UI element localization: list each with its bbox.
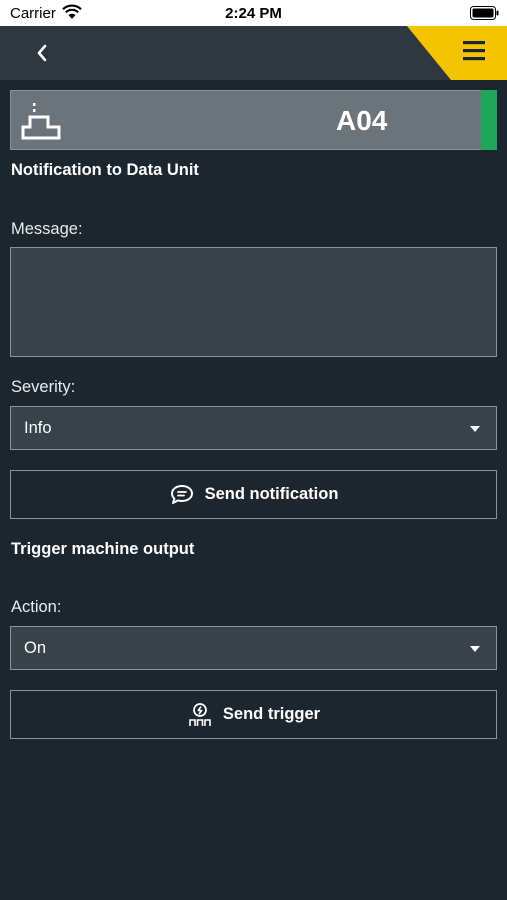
status-bar: Carrier 2:24 PM [0, 0, 507, 26]
chat-bubble-icon [170, 484, 193, 504]
hamburger-menu-icon [463, 41, 485, 61]
menu-button[interactable] [407, 26, 507, 80]
send-notification-button[interactable]: Send notification [10, 470, 497, 519]
severity-label: Severity: [11, 378, 76, 396]
send-trigger-label: Send trigger [222, 705, 321, 723]
dropdown-arrow-icon [470, 426, 480, 432]
trigger-icon [189, 702, 211, 726]
send-notification-label: Send notification [204, 485, 339, 503]
action-select[interactable]: On [10, 626, 497, 670]
chevron-left-icon [37, 44, 47, 62]
message-label: Message: [11, 220, 83, 238]
notification-section-title: Notification to Data Unit [11, 161, 199, 179]
machine-icon [21, 103, 61, 140]
dropdown-arrow-icon [470, 646, 480, 652]
send-trigger-button[interactable]: Send trigger [10, 690, 497, 739]
nav-bar [0, 26, 507, 80]
machine-header: A04 [10, 90, 497, 150]
status-time: 2:24 PM [225, 5, 282, 22]
action-label: Action: [11, 598, 62, 616]
menu-accent [407, 26, 507, 80]
severity-select[interactable]: Info [10, 406, 497, 450]
machine-status-indicator [481, 90, 497, 150]
trigger-section-title: Trigger machine output [11, 540, 195, 558]
machine-id: A04 [336, 105, 388, 136]
severity-value: Info [24, 419, 52, 437]
action-value: On [24, 639, 47, 657]
battery-icon [470, 6, 499, 20]
back-button[interactable] [26, 38, 58, 68]
message-input[interactable] [10, 247, 497, 357]
